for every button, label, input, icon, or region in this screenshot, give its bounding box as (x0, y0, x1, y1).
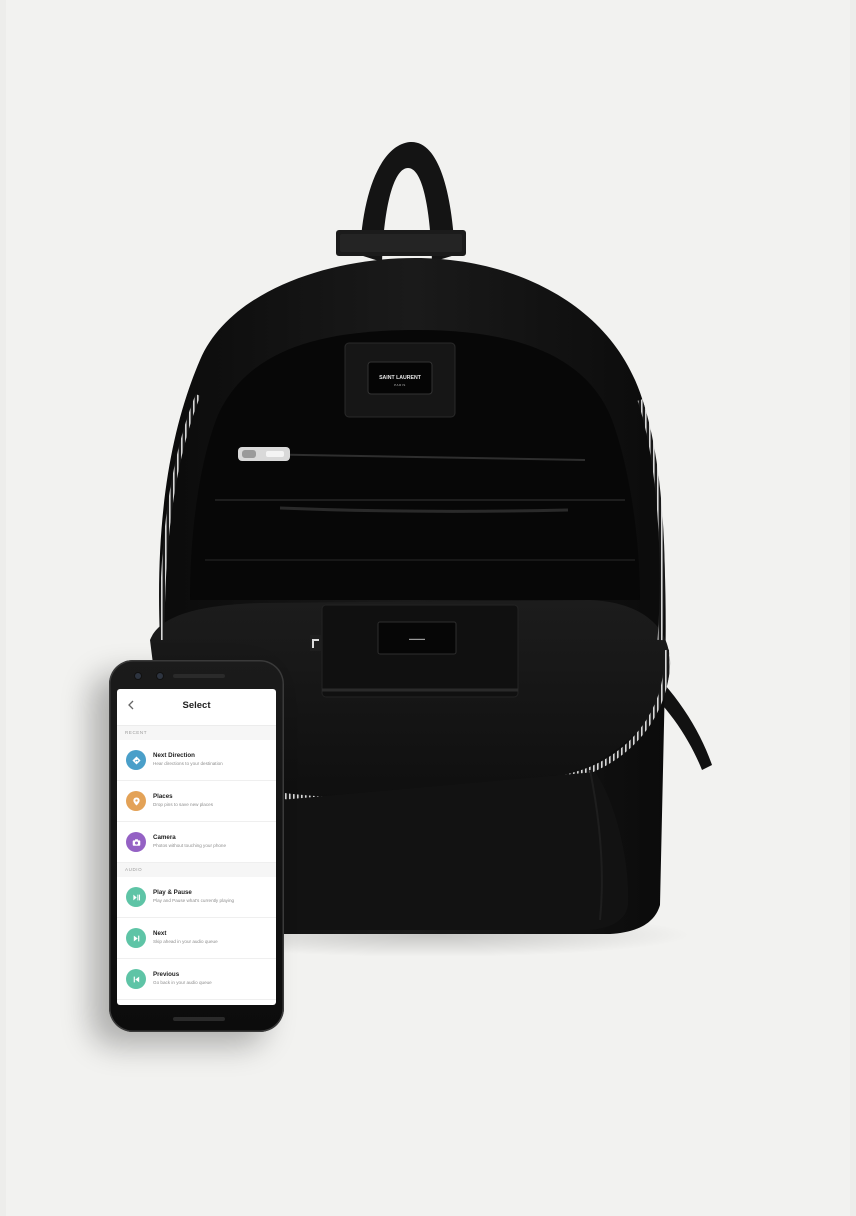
list-item-title: Play & Pause (153, 889, 192, 896)
list-item-subtitle: Skip ahead in your audio queue (153, 939, 218, 944)
list-item-play-pause[interactable]: Play & Pause Play and Pause what's curre… (117, 877, 276, 918)
section-label-recent: Recent (117, 726, 276, 740)
camera-icon (126, 832, 146, 852)
list-item-subtitle: Play and Pause what's currently playing (153, 898, 235, 903)
list-item-title: Camera (153, 834, 176, 841)
front-camera (135, 673, 141, 679)
list-item-previous[interactable]: Previous Go back in your audio queue (117, 959, 276, 1000)
app-header: Select (117, 689, 276, 726)
skip-next-icon (126, 928, 146, 948)
list-item-title: Places (153, 793, 173, 800)
front-sensor (157, 673, 163, 679)
list-item-next[interactable]: Next Skip ahead in your audio queue (117, 918, 276, 959)
skip-previous-icon (126, 969, 146, 989)
play-pause-icon (126, 887, 146, 907)
list-item-subtitle: Drop pins to save new places (153, 802, 214, 807)
list-item-subtitle: Go back in your audio queue (153, 980, 212, 985)
phone-chin-bar (173, 1017, 225, 1021)
list-item-title: Previous (153, 971, 180, 978)
list-item-next-direction[interactable]: Next Direction Hear directions to your d… (117, 740, 276, 781)
list-item-places[interactable]: Places Drop pins to save new places (117, 781, 276, 822)
list-item-title: Next (153, 930, 167, 937)
zip-pull (238, 447, 290, 461)
list-item-title: Next Direction (153, 752, 195, 759)
brand-label-sub: PARIS (394, 383, 406, 387)
section-label-audio: Audio (117, 863, 276, 877)
page-title: Select (182, 700, 211, 711)
brand-label-text: SAINT LAURENT (379, 375, 422, 381)
earpiece-speaker (173, 674, 225, 678)
action-list: Recent Next Direction Hear directions to… (117, 726, 276, 1000)
list-item-subtitle: Photos without touching your phone (153, 843, 227, 848)
phone-top-bezel (109, 660, 284, 688)
phone-screen: Select Recent Next Direction Hear direct… (117, 689, 276, 1005)
svg-text:▬▬▬▬: ▬▬▬▬ (409, 636, 425, 641)
list-item-subtitle: Hear directions to your destination (153, 761, 223, 766)
direction-icon (126, 750, 146, 770)
pin-icon (126, 791, 146, 811)
list-item-camera[interactable]: Camera Photos without touching your phon… (117, 822, 276, 863)
phone-device: Select Recent Next Direction Hear direct… (109, 660, 284, 1032)
front-pocket (280, 772, 629, 930)
backpack-illustration: SAINT LAURENT PARIS ▬▬▬▬ (150, 141, 712, 957)
